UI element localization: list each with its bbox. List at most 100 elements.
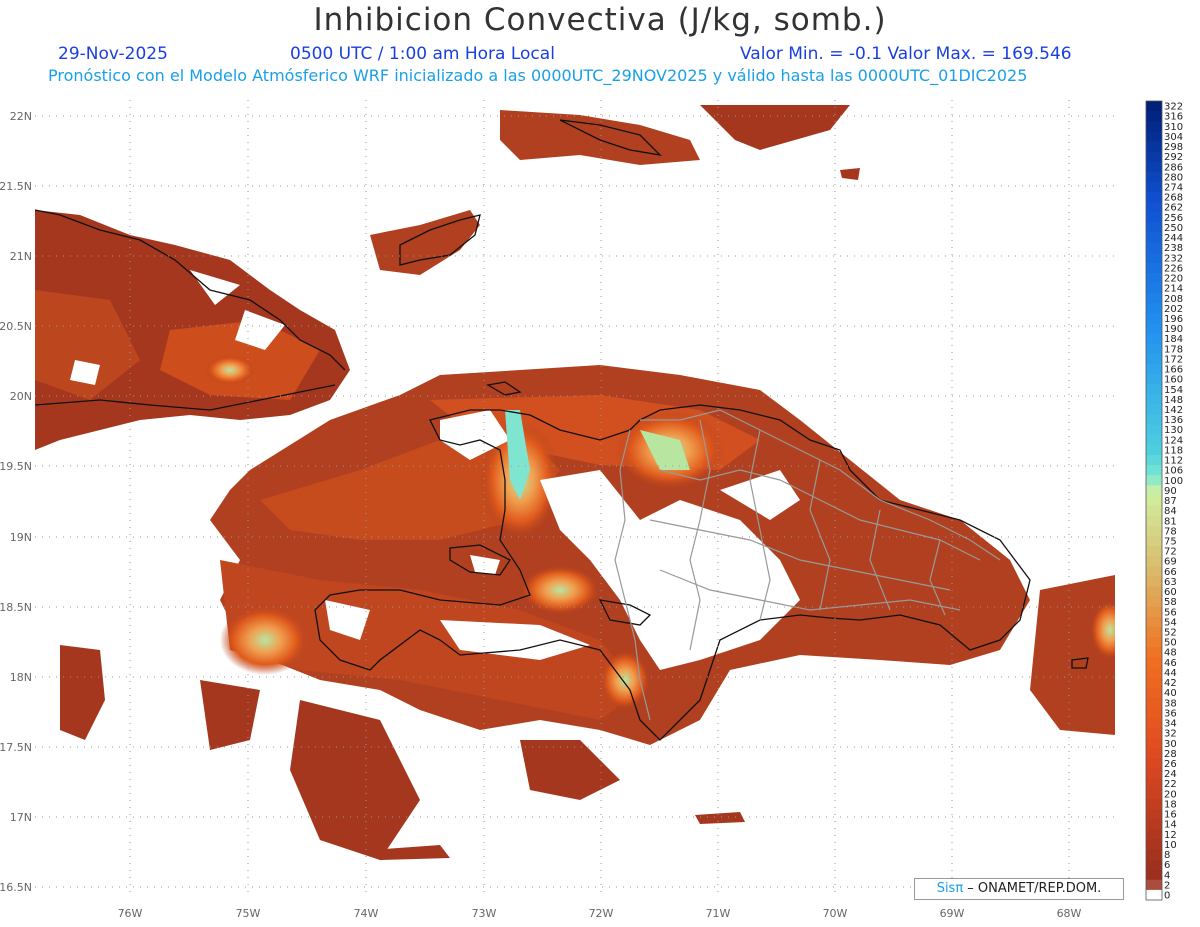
colorbar-swatch	[1146, 707, 1162, 719]
lat-label: 18.5N	[0, 601, 32, 614]
colorbar-swatch	[1146, 606, 1162, 618]
lon-label: 69W	[940, 907, 965, 920]
colorbar-swatch	[1146, 697, 1162, 709]
colorbar-swatch	[1146, 434, 1162, 446]
colorbar-swatch	[1146, 677, 1162, 689]
colorbar-swatch	[1146, 819, 1162, 830]
sispi-logo-text: Sisπ	[936, 881, 964, 896]
colorbar-swatch	[1146, 242, 1162, 254]
colorbar-swatch	[1146, 111, 1162, 122]
colorbar-swatch	[1146, 758, 1162, 770]
colorbar-swatch	[1146, 343, 1162, 355]
colorbar-swatch	[1146, 283, 1162, 294]
colorbar-swatch	[1146, 414, 1162, 426]
lat-label: 18N	[10, 671, 32, 684]
colorbar-swatch	[1146, 394, 1162, 406]
credit-box: Sisπ – ONAMET/REP.DOM.	[914, 878, 1124, 900]
colorbar-swatch	[1146, 303, 1162, 314]
lon-label: 75W	[236, 907, 261, 920]
colorbar-swatch	[1146, 637, 1162, 648]
colorbar-swatch	[1146, 859, 1162, 871]
colorbar-swatch	[1146, 535, 1162, 547]
colorbar-swatch	[1146, 161, 1162, 173]
colorbar-swatch	[1146, 616, 1162, 628]
colorbar-swatch	[1146, 768, 1162, 780]
colorbar-swatch	[1146, 424, 1162, 436]
lon-label: 70W	[823, 907, 848, 920]
colorbar-swatch	[1146, 596, 1162, 608]
lat-label: 22N	[10, 110, 32, 123]
colorbar-swatch	[1146, 556, 1162, 567]
colorbar-swatch	[1146, 444, 1162, 456]
colorbar-swatch	[1146, 879, 1162, 891]
colorbar-swatch	[1146, 333, 1162, 345]
colorbar-swatch	[1146, 475, 1162, 486]
colorbar-swatch	[1146, 525, 1162, 537]
colorbar-swatch	[1146, 839, 1162, 851]
colorbar-swatch	[1146, 889, 1162, 901]
colorbar-swatch	[1146, 262, 1162, 274]
colorbar-swatch	[1146, 313, 1162, 325]
colorbar-swatch	[1146, 546, 1162, 557]
colorbar-swatch	[1146, 151, 1162, 163]
colorbar-swatch	[1146, 272, 1162, 284]
colorbar-swatch	[1146, 363, 1162, 375]
colorbar-swatch	[1146, 202, 1162, 213]
colorbar-swatch	[1146, 576, 1162, 588]
colorbar-swatch	[1146, 586, 1162, 598]
colorbar-swatch	[1146, 667, 1162, 679]
colorbar-swatch	[1146, 869, 1162, 881]
colorbar-swatch	[1146, 121, 1162, 132]
lat-axis: 22N 21.5N 21N 20.5N 20N 19.5N 19N 18.5N …	[0, 110, 32, 894]
colorbar-swatch	[1146, 829, 1162, 840]
colorbar: 3223163103042982922862802742682622562502…	[1145, 100, 1183, 901]
colorbar-swatch	[1146, 141, 1162, 153]
colorbar-swatch	[1146, 252, 1162, 264]
colorbar-swatch	[1146, 717, 1162, 729]
lat-label: 17.5N	[0, 741, 32, 754]
colorbar-swatch	[1146, 131, 1162, 143]
colorbar-swatch	[1146, 798, 1162, 810]
lat-label: 20.5N	[0, 320, 32, 333]
lon-label: 74W	[354, 907, 379, 920]
lon-label: 71W	[706, 907, 731, 920]
colorbar-swatch	[1146, 849, 1162, 861]
colorbar-swatch	[1146, 657, 1162, 668]
colorbar-swatch	[1146, 495, 1162, 507]
colorbar-swatch	[1146, 101, 1162, 112]
colorbar-swatch	[1146, 647, 1162, 658]
lon-label: 76W	[118, 907, 143, 920]
lon-label: 68W	[1057, 907, 1082, 920]
colorbar-swatch	[1146, 687, 1162, 699]
colorbar-swatch	[1146, 808, 1162, 820]
lat-label: 20N	[10, 390, 32, 403]
lon-axis: 76W 75W 74W 73W 72W 71W 70W 69W 68W	[118, 907, 1082, 920]
colorbar-swatch	[1146, 192, 1162, 203]
colorbar-swatch	[1146, 505, 1162, 517]
colorbar-swatch	[1146, 728, 1162, 739]
lon-label: 73W	[472, 907, 497, 920]
colorbar-swatch	[1146, 566, 1162, 577]
colorbar-swatch	[1146, 738, 1162, 749]
lat-label: 21N	[10, 250, 32, 263]
colorbar-swatch	[1146, 384, 1162, 395]
lat-label: 16.5N	[0, 881, 32, 894]
colorbar-label: 0	[1164, 890, 1170, 901]
lat-label: 17N	[10, 811, 32, 824]
colorbar-swatch	[1146, 788, 1162, 800]
colorbar-swatch	[1146, 212, 1162, 223]
colorbar-swatch	[1146, 293, 1162, 304]
colorbar-swatch	[1146, 171, 1162, 183]
lat-label: 19.5N	[0, 460, 32, 473]
colorbar-swatch	[1146, 515, 1162, 527]
lat-label: 19N	[10, 531, 32, 544]
colorbar-swatch	[1146, 485, 1162, 497]
colorbar-swatch	[1146, 353, 1162, 365]
colorbar-swatch	[1146, 404, 1162, 416]
colorbar-swatch	[1146, 626, 1162, 638]
colorbar-swatch	[1146, 454, 1162, 466]
cin-map: 22N 21.5N 21N 20.5N 20N 19.5N 19N 18.5N …	[0, 100, 1183, 920]
colorbar-swatch	[1146, 181, 1162, 193]
colorbar-swatch	[1146, 323, 1162, 335]
lat-label: 21.5N	[0, 180, 32, 193]
